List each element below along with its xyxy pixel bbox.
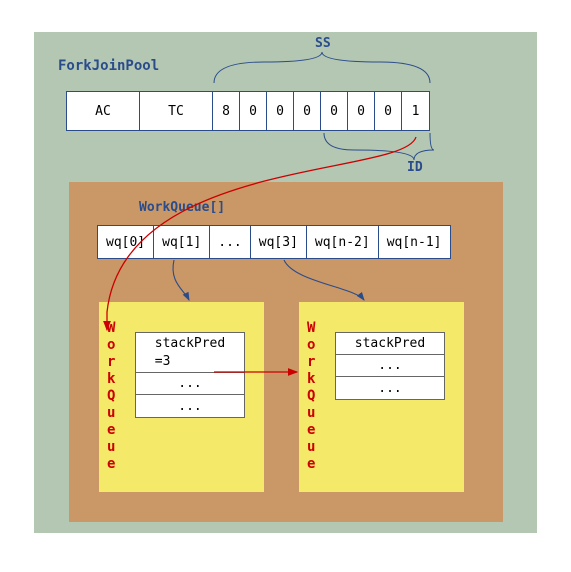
ctl-d7: 1 [402,92,429,130]
stackpred-table: stackPred ... ... [335,332,445,400]
stackpred-table: stackPred=3 ... ... [135,332,245,418]
workqueue-panel: WorkQueue[] wq[0] wq[1] ... wq[3] wq[n-2… [69,182,503,522]
forkjoinpool-panel: ForkJoinPool SS ID AC TC 8 0 0 0 0 0 0 1… [34,32,537,533]
wq-slot: wq[0] [98,226,154,258]
ctl-d2: 0 [267,92,294,130]
ctl-ac: AC [67,92,140,130]
ctl-d1: 0 [240,92,267,130]
table-row: ... [336,377,444,399]
ctl-word: AC TC 8 0 0 0 0 0 0 1 [66,91,430,131]
workqueue-array: wq[0] wq[1] ... wq[3] wq[n-2] wq[n-1] [97,225,451,259]
ctl-tc: TC [140,92,213,130]
wq-slot: ... [210,226,250,258]
table-row: ... [336,355,444,377]
wq-slot: wq[1] [154,226,210,258]
ctl-d0: 8 [213,92,240,130]
workqueue-array-label: WorkQueue[] [139,200,225,215]
ctl-d6: 0 [375,92,402,130]
ss-label: SS [315,36,331,51]
workqueue-detail-left: WorkQueue stackPred=3 ... ... [99,302,264,492]
table-row: ... [136,395,244,417]
workqueue-vertical-label: WorkQueue [107,320,115,473]
stackpred-head: stackPred=3 [136,333,244,373]
pool-title: ForkJoinPool [58,58,159,74]
ctl-d3: 0 [294,92,321,130]
wq-slot: wq[n-1] [379,226,450,258]
wq-slot: wq[3] [251,226,307,258]
wq-slot: wq[n-2] [307,226,379,258]
workqueue-vertical-label: WorkQueue [307,320,315,473]
table-row: ... [136,373,244,395]
ctl-d5: 0 [348,92,375,130]
workqueue-detail-right: WorkQueue stackPred ... ... [299,302,464,492]
stackpred-head: stackPred [336,333,444,355]
id-label: ID [407,160,423,175]
ctl-d4: 0 [321,92,348,130]
